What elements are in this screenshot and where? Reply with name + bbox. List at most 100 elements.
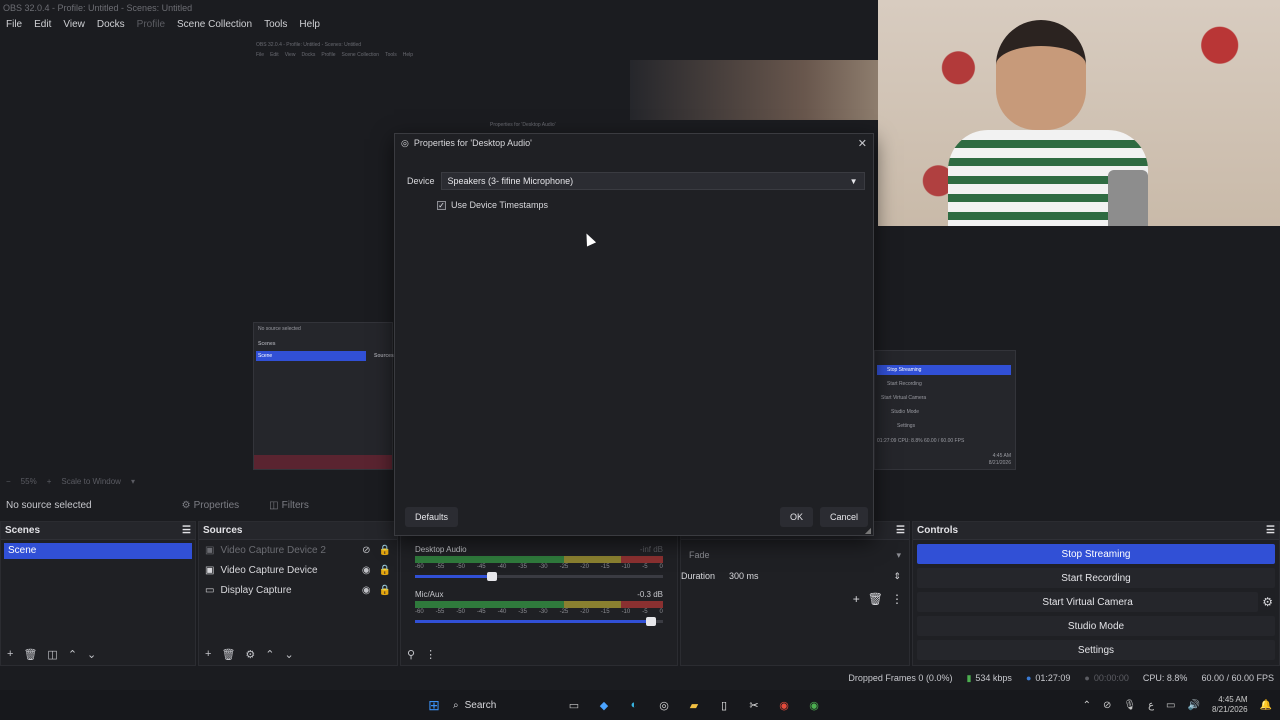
scale-tick: -25: [559, 564, 569, 570]
chrome-alt-icon[interactable]: ◉: [804, 696, 824, 714]
taskbar-search[interactable]: ⌕ Search: [449, 694, 559, 716]
volume-handle[interactable]: [645, 617, 656, 626]
mini-menu-item: Help: [402, 52, 414, 58]
menu-edit[interactable]: Edit: [34, 19, 51, 34]
menu-profile[interactable]: Profile: [137, 19, 165, 34]
scale-to-window[interactable]: Scale to Window: [61, 477, 121, 487]
lock-icon[interactable]: 🔒: [379, 585, 391, 596]
chrome-icon[interactable]: ◉: [774, 696, 794, 714]
add-scene-icon[interactable]: +: [7, 648, 13, 660]
menu-file[interactable]: File: [6, 19, 22, 34]
virtual-camera-gear-icon[interactable]: ⚙: [1262, 595, 1273, 609]
transition-select[interactable]: Fade ▾: [685, 546, 905, 564]
mini-control: Start Recording: [887, 381, 922, 387]
lock-icon[interactable]: 🔒: [379, 565, 391, 576]
studio-mode-button[interactable]: Studio Mode: [917, 616, 1275, 636]
settings-button[interactable]: Settings: [917, 640, 1275, 660]
properties-button[interactable]: ⚙ Properties: [182, 500, 240, 511]
capcut-icon[interactable]: ✂: [744, 696, 764, 714]
scale-tick: 0: [659, 564, 663, 570]
clock[interactable]: 4:45 AM 8/21/2026: [1212, 695, 1248, 715]
task-view-icon[interactable]: ▭: [564, 696, 584, 714]
timestamps-checkbox[interactable]: ✓: [437, 200, 446, 210]
start-recording-button[interactable]: Start Recording: [917, 568, 1275, 588]
dock-menu-icon[interactable]: ☰: [896, 525, 905, 536]
obs-icon[interactable]: ◎: [654, 696, 674, 714]
dock-menu-icon[interactable]: ☰: [182, 525, 191, 536]
volume-slider[interactable]: [415, 572, 663, 581]
close-icon[interactable]: ✕: [858, 137, 867, 150]
spin-icon[interactable]: ⇕: [893, 571, 901, 582]
add-source-icon[interactable]: +: [205, 648, 211, 660]
scale-dropdown-icon[interactable]: ▾: [131, 477, 135, 487]
lock-icon[interactable]: 🔒: [379, 545, 391, 556]
source-settings-icon[interactable]: ⚙: [245, 648, 255, 661]
device-value: Speakers (3- fifine Microphone): [447, 176, 574, 186]
ok-button[interactable]: OK: [780, 507, 814, 527]
move-up-icon[interactable]: ⌃: [265, 648, 274, 661]
menu-scene-collection[interactable]: Scene Collection: [177, 19, 252, 34]
source-item[interactable]: ▣ Video Capture Device 2 ⊘ 🔒: [199, 540, 397, 560]
mic-icon[interactable]: 🎙: [1123, 700, 1136, 711]
link-icon[interactable]: ⚲: [407, 648, 415, 661]
camera-icon: ▣: [205, 564, 215, 576]
menu-docks[interactable]: Docks: [97, 19, 125, 34]
remove-source-icon[interactable]: 🗑: [221, 648, 235, 661]
mini-time: 4:45 AM: [992, 453, 1011, 459]
display-icon[interactable]: ▭: [1166, 700, 1175, 711]
scenes-dock: Scenes ☰ Scene + 🗑 ◫ ⌃ ⌄: [0, 521, 196, 666]
chevron-up-icon[interactable]: ⌃: [1083, 700, 1091, 711]
source-item[interactable]: ▭ Display Capture ◉ 🔒: [199, 580, 397, 600]
cancel-button[interactable]: Cancel: [820, 507, 869, 527]
duration-input[interactable]: 300 ms ⇕: [725, 568, 905, 584]
zoom-out-icon[interactable]: −: [6, 477, 11, 487]
volume-icon[interactable]: 🔊: [1188, 700, 1200, 711]
move-down-icon[interactable]: ⌄: [87, 648, 96, 661]
stream-time: ● 01:27:09: [1026, 673, 1070, 683]
edge-icon[interactable]: ◐: [624, 696, 644, 714]
menu-view[interactable]: View: [63, 19, 85, 34]
network-icon[interactable]: ⊘: [1103, 700, 1111, 711]
mini-menu-item: View: [284, 52, 296, 58]
scale-tick: -35: [518, 564, 527, 570]
start-virtual-camera-button[interactable]: Start Virtual Camera: [917, 592, 1259, 612]
defaults-button[interactable]: Defaults: [405, 507, 459, 527]
copilot-icon[interactable]: ◆: [594, 696, 614, 714]
windows-start-icon[interactable]: ⊞: [424, 696, 444, 714]
sources-title: Sources: [203, 525, 243, 536]
eye-icon[interactable]: ◉: [362, 565, 371, 576]
scale-tick: -40: [497, 609, 507, 615]
remove-scene-icon[interactable]: 🗑: [23, 648, 37, 661]
file-explorer-icon[interactable]: ▰: [684, 696, 704, 714]
menu-help[interactable]: Help: [299, 19, 320, 34]
scene-item[interactable]: Scene: [4, 543, 192, 559]
more-icon[interactable]: ⋮: [891, 592, 903, 606]
source-item[interactable]: ▣ Video Capture Device ◉ 🔒: [199, 560, 397, 580]
hidden-eye-icon[interactable]: ⊘: [362, 545, 370, 556]
volume-handle[interactable]: [486, 572, 497, 581]
eye-icon[interactable]: ◉: [362, 585, 371, 596]
stop-streaming-button[interactable]: Stop Streaming: [917, 544, 1275, 564]
move-down-icon[interactable]: ⌄: [285, 648, 294, 661]
scale-tick: -35: [518, 609, 527, 615]
device-select[interactable]: Speakers (3- fifine Microphone) ▼: [440, 172, 865, 190]
move-up-icon[interactable]: ⌃: [68, 648, 77, 661]
add-transition-icon[interactable]: +: [853, 592, 860, 606]
mini-menu-item: File: [256, 52, 265, 58]
volume-slider[interactable]: [415, 617, 663, 626]
more-icon[interactable]: ⋮: [425, 648, 436, 661]
scale-tick: -55: [435, 564, 445, 570]
streamer: [948, 20, 1148, 226]
dock-menu-icon[interactable]: ☰: [1266, 525, 1275, 536]
zoom-bar: − 55% + Scale to Window ▾: [0, 474, 280, 490]
remove-transition-icon[interactable]: 🗑: [868, 592, 883, 606]
resize-grip-icon[interactable]: ◢: [865, 526, 871, 535]
scene-filter-icon[interactable]: ◫: [47, 648, 57, 661]
menu-tools[interactable]: Tools: [264, 19, 287, 34]
rec-time: ● 00:00:00: [1084, 673, 1128, 683]
language-icon[interactable]: ع: [1148, 700, 1154, 711]
filters-button[interactable]: ◫ Filters: [269, 500, 309, 511]
notepad-icon[interactable]: ▯: [714, 696, 734, 714]
zoom-in-icon[interactable]: +: [47, 477, 52, 487]
notification-icon[interactable]: 🔔: [1260, 700, 1272, 711]
